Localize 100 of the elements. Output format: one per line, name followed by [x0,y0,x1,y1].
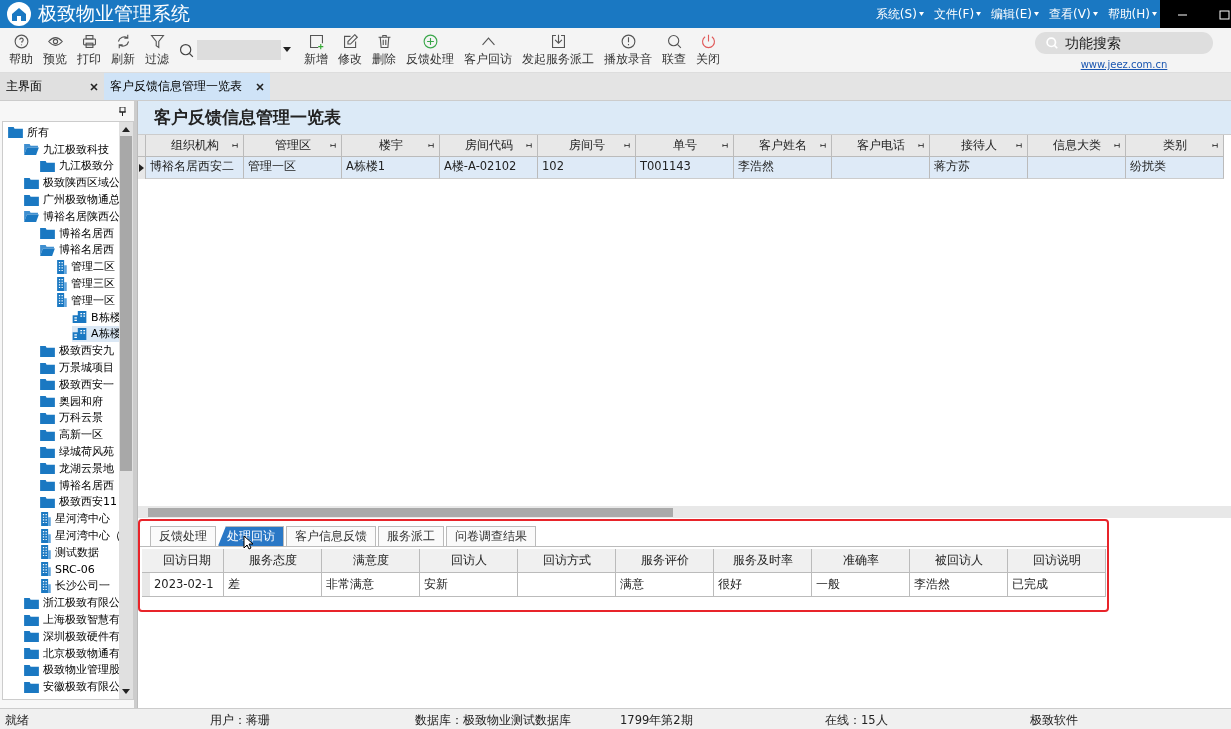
column-header[interactable]: 客户电话 [832,135,930,157]
menu-item[interactable]: 查看(V) [1049,5,1098,23]
toolbar-button[interactable]: 打印 [72,33,106,67]
column-header[interactable]: 管理区 [244,135,342,157]
pin-icon[interactable] [526,142,533,149]
pin-icon[interactable] [428,142,435,149]
tree-item[interactable]: 上海极致智慧有 [24,611,119,628]
menu-item[interactable]: 文件(F) [933,5,982,23]
toolbar-button[interactable]: 客户回访 [459,33,517,67]
pin-icon[interactable] [1016,142,1023,149]
toolbar-button[interactable]: 联查 [657,33,691,67]
scroll-up-icon[interactable] [122,126,130,132]
pin-icon[interactable] [722,142,729,149]
column-header[interactable]: 准确率 [812,549,910,573]
detail-tab[interactable]: 客户信息反馈 [286,526,376,546]
tree-item[interactable]: 博裕名居西 [40,476,114,494]
pin-icon[interactable] [1114,142,1121,149]
window-controls[interactable] [1160,0,1231,28]
toolbar-button[interactable]: 发起服务派工 [517,33,599,67]
tree-item[interactable]: 极致西安九 [40,342,114,360]
tree-item[interactable]: 管理三区 [56,275,115,292]
column-header[interactable]: 接待人 [930,135,1028,157]
tree-item[interactable]: 极致陕西区域公 [24,174,119,192]
tree-item[interactable]: 所有 [8,124,49,141]
column-header[interactable]: 服务态度 [224,549,322,573]
tree-item[interactable]: 安徽极致有限公 [24,678,119,696]
column-header[interactable]: 类别 [1126,135,1224,157]
detail-tab[interactable]: 反馈处理 [150,526,216,546]
tree-item[interactable]: 星河湾中心 [40,510,110,528]
close-icon[interactable] [90,82,98,91]
column-header[interactable]: 回访日期 [150,549,224,573]
close-icon[interactable] [256,82,264,91]
tree-item[interactable]: 博裕名居西 [40,224,114,242]
toolbar-button[interactable]: 帮助 [4,33,38,67]
column-header[interactable]: 房间代码 [440,135,538,157]
tree-item[interactable]: 长沙公司一 [40,577,110,595]
pin-icon[interactable] [1212,142,1219,149]
tree-item[interactable]: 星河湾中心（ [40,527,119,544]
tree-item[interactable]: SRC-06 [40,560,95,578]
column-header[interactable]: 单号 [636,135,734,157]
menu-item[interactable]: 帮助(H) [1107,5,1157,23]
toolbar-button[interactable]: 过滤 [140,33,174,67]
menu-item[interactable]: 编辑(E) [991,5,1040,23]
tree-item[interactable]: 博裕名居西 [40,241,114,259]
pin-icon[interactable] [624,142,631,149]
column-header[interactable]: 楼宇 [342,135,440,157]
dropdown-arrow-icon[interactable] [283,47,291,53]
column-header[interactable]: 回访人 [420,549,518,573]
tree-item[interactable]: 北京极致物通有 [24,644,119,662]
column-header[interactable]: 回访说明 [1008,549,1106,573]
function-search-field[interactable]: 功能搜索 [1035,32,1213,54]
tree-item[interactable]: 绿城荷风苑 [40,443,114,460]
tree-item[interactable]: 九江极致分 [40,157,114,175]
menu-item[interactable]: 系统(S) [875,5,924,23]
tree-item[interactable]: 万景城项目 [40,359,114,376]
scroll-down-icon[interactable] [122,689,130,695]
tree-item[interactable]: 极致西安11 [40,493,117,511]
tree-item[interactable]: 极致物业管理股 [24,661,119,679]
toolbar-button[interactable]: 修改 [333,33,367,67]
scrollbar[interactable] [119,122,133,699]
pin-icon[interactable] [820,142,827,149]
toolbar-button[interactable]: 反馈处理 [401,33,459,67]
toolbar-button[interactable]: 预览 [38,33,72,67]
tree-item[interactable]: 浙江极致有限公 [24,594,119,612]
pin-icon[interactable] [330,142,337,149]
website-link[interactable]: www.jeez.com.cn [1080,59,1168,70]
pin-icon[interactable] [232,142,239,149]
column-header[interactable]: 组织机构 [146,135,244,157]
tree-item[interactable]: 博裕名居陕西公 [24,208,119,225]
column-header[interactable]: 服务评价 [616,549,714,573]
tree-item[interactable]: 万科云景 [40,409,103,427]
column-header[interactable]: 服务及时率 [714,549,812,573]
column-header[interactable]: 回访方式 [518,549,616,573]
toolbar-button[interactable]: 删除 [367,33,401,67]
column-header[interactable]: 信息大类 [1028,135,1126,157]
toolbar-button[interactable]: 播放录音 [599,33,657,67]
document-tab[interactable]: 主界面 [0,73,104,100]
detail-tab[interactable]: 问卷调查结果 [446,526,536,546]
tree-item[interactable]: 奥园和府 [40,392,103,410]
tree-item[interactable]: 测试数据 [40,543,99,561]
column-header[interactable]: 被回访人 [910,549,1008,573]
column-header[interactable]: 满意度 [322,549,420,573]
tree-item[interactable]: 高新一区 [40,426,103,444]
tree-item[interactable]: 九江极致科技 [24,140,109,158]
detail-tab[interactable]: 服务派工 [378,526,444,546]
tree-item[interactable]: 管理一区 [56,291,115,309]
document-tab[interactable]: 客户反馈信息管理一览表 [104,73,270,100]
column-header[interactable]: 客户姓名 [734,135,832,157]
tree-item[interactable]: 管理二区 [56,258,115,276]
pin-icon[interactable] [119,106,126,116]
toolbar-button[interactable]: 新增 [299,33,333,67]
row-indicator[interactable] [138,157,146,179]
pin-icon[interactable] [918,142,925,149]
toolbar-button[interactable]: 关闭 [691,33,725,67]
tree-item[interactable]: 龙湖云景地 [40,459,114,477]
tree-item[interactable]: 深圳极致硬件有 [24,627,119,645]
tree-item[interactable]: 广州极致物通总 [24,191,119,208]
tree-item[interactable]: 极致西安一 [40,375,114,393]
column-header[interactable]: 房间号 [538,135,636,157]
toolbar-button[interactable]: 刷新 [106,33,140,67]
